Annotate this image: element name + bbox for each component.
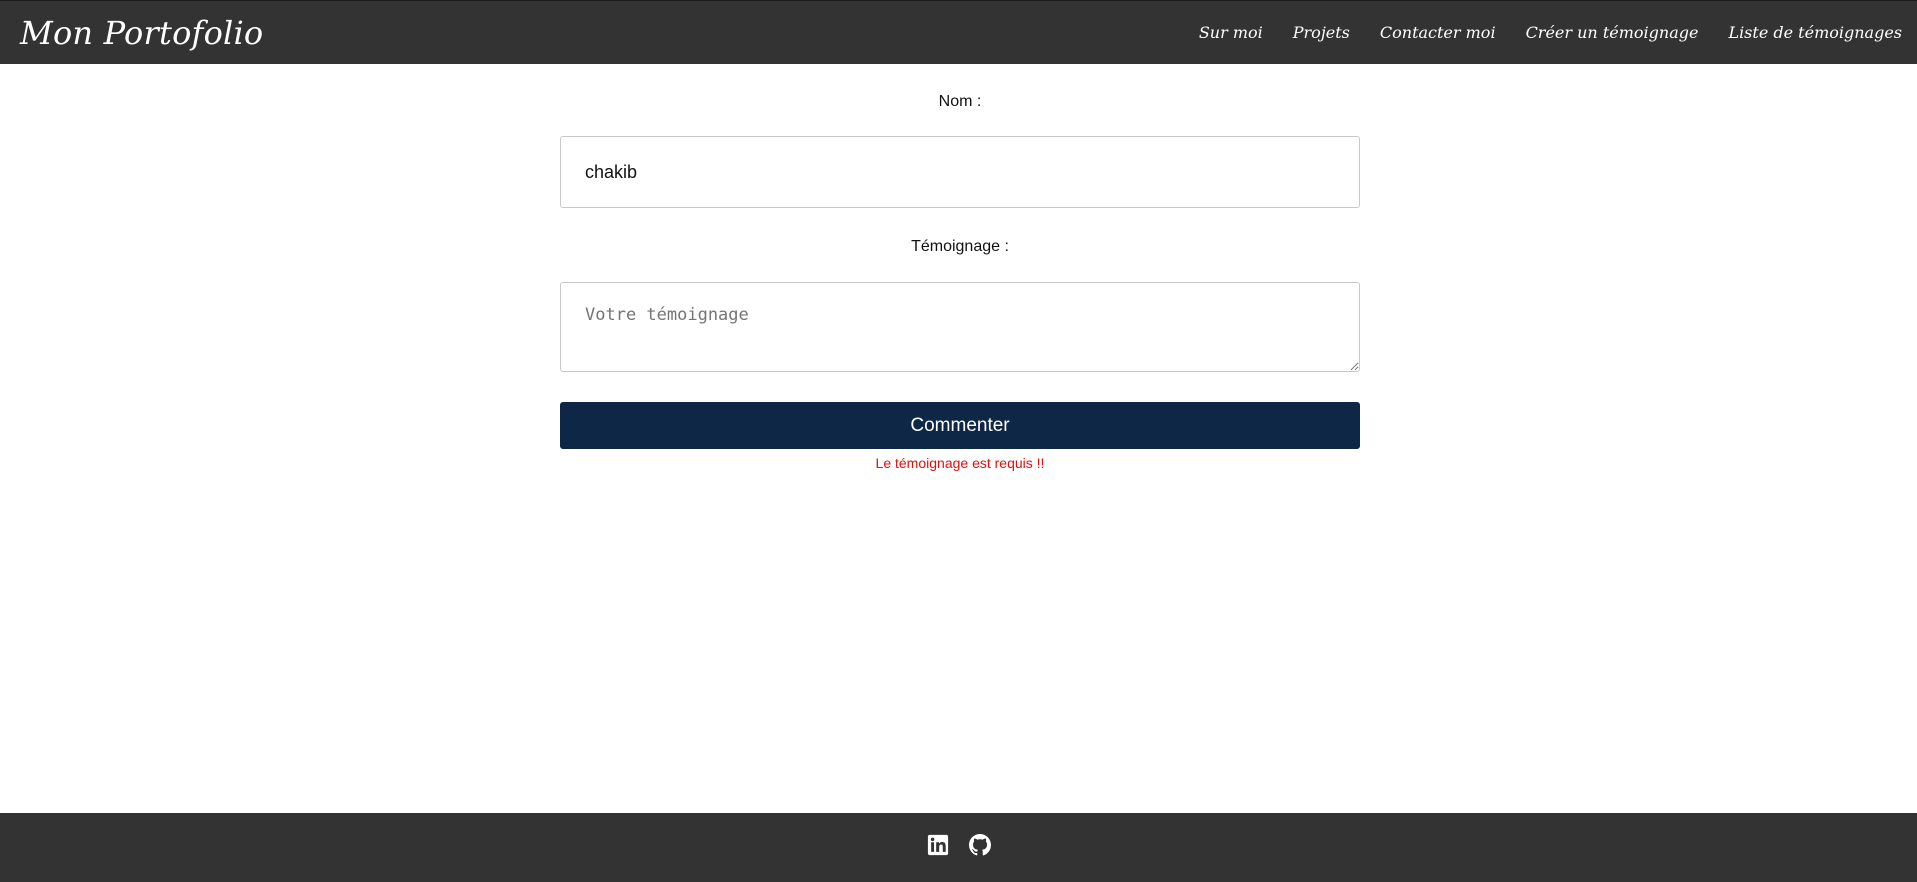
- validation-error: Le témoignage est requis !!: [875, 455, 1045, 471]
- name-input[interactable]: [560, 136, 1360, 208]
- nav-link-create-testimony[interactable]: Créer un témoignage: [1526, 21, 1699, 45]
- github-link[interactable]: [968, 834, 991, 856]
- testimony-textarea[interactable]: [560, 282, 1360, 372]
- testimony-label: Témoignage :: [911, 238, 1009, 255]
- nav-link-testimony-list[interactable]: Liste de témoignages: [1728, 21, 1902, 45]
- top-navbar: Mon Portofolio Sur moi Projets Contacter…: [0, 0, 1917, 64]
- nav-link-contact[interactable]: Contacter moi: [1380, 21, 1496, 45]
- page: Mon Portofolio Sur moi Projets Contacter…: [0, 0, 1917, 882]
- comment-button[interactable]: Commenter: [560, 402, 1360, 449]
- nav-link-projects[interactable]: Projets: [1293, 21, 1350, 45]
- footer-social-links: [0, 834, 1917, 856]
- linkedin-icon: [927, 834, 948, 856]
- nav-link-about[interactable]: Sur moi: [1199, 21, 1263, 45]
- brand-logo[interactable]: Mon Portofolio: [20, 13, 263, 53]
- main-nav: Sur moi Projets Contacter moi Créer un t…: [1199, 21, 1902, 45]
- linkedin-link[interactable]: [927, 834, 949, 856]
- footer: [0, 813, 1917, 882]
- github-icon: [968, 834, 991, 856]
- name-label: Nom :: [938, 93, 982, 110]
